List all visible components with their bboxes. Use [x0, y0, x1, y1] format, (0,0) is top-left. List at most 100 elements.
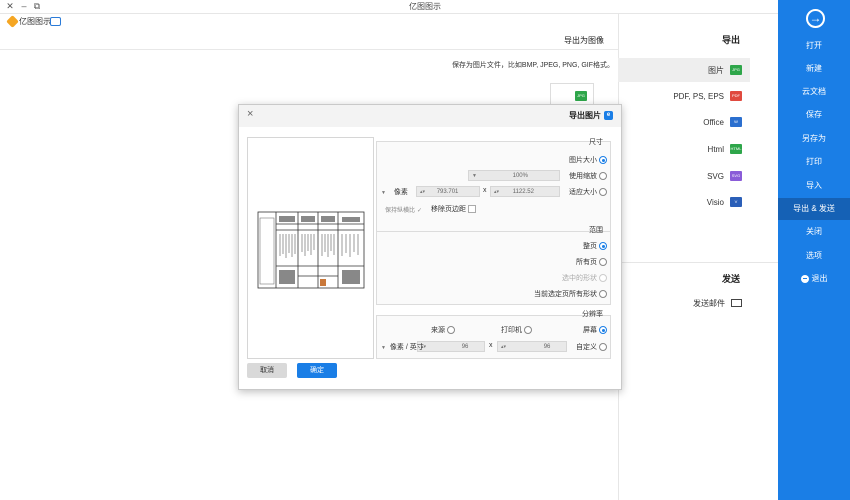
- dialog-header: [239, 105, 621, 127]
- brand-logo-icon: [6, 15, 19, 28]
- radio-label: 选中的形状: [562, 275, 597, 282]
- sidebar-item-cloud[interactable]: 云文档: [778, 81, 850, 103]
- brand-link[interactable]: 亿图图示: [6, 15, 51, 28]
- chat-icon[interactable]: [50, 17, 61, 26]
- range-group-label: 范围: [589, 227, 603, 234]
- app-logo-icon: e: [604, 111, 613, 120]
- send-email-item[interactable]: 发送邮件: [618, 291, 750, 315]
- spinner-icon: ▴▾: [501, 344, 507, 350]
- cancel-button[interactable]: 取消: [247, 363, 287, 378]
- sidebar-item-save[interactable]: 保存: [778, 104, 850, 126]
- format-label: Visio: [706, 197, 724, 207]
- svg-icon: SVG: [730, 171, 742, 181]
- sidebar-item-exit[interactable]: 退出: [778, 268, 850, 290]
- radio-label: 整页: [583, 243, 597, 250]
- resolution-unit-value: 像素 / 英寸: [389, 344, 424, 351]
- radio-label: 适应大小: [569, 189, 597, 196]
- radio-indicator: [447, 326, 455, 335]
- format-item-visio[interactable]: Visio V: [618, 190, 750, 214]
- mail-icon: [731, 299, 742, 307]
- resolution-x-value: 96: [543, 344, 551, 350]
- image-preview: [247, 137, 374, 359]
- size-group-label: 尺寸: [589, 139, 603, 146]
- height-input[interactable]: ▴▾ 793.701: [416, 186, 480, 197]
- radio-indicator: [599, 242, 607, 251]
- radio-indicator: [599, 172, 607, 181]
- radio-indicator: [599, 343, 607, 352]
- radio-page-all-shapes[interactable]: 当前选定页所有形状: [534, 289, 607, 299]
- radio-label: 屏幕: [583, 327, 597, 334]
- divider: [618, 262, 778, 263]
- export-image-dialog: 导出图片 e × 尺寸 图片大小 使用缩放 ▼ 100% 适应大小 ▴▾ 112…: [238, 104, 622, 390]
- sidebar-item-print[interactable]: 打印: [778, 151, 850, 173]
- jpg-icon: JPG: [730, 65, 742, 75]
- exit-icon: [800, 274, 809, 283]
- checkbox-label: 移除页边距: [431, 206, 466, 213]
- send-email-label: 发送邮件: [693, 298, 725, 308]
- radio-current-page[interactable]: 整页: [583, 241, 607, 251]
- radio-label: 当前选定页所有形状: [534, 291, 597, 298]
- format-item-html[interactable]: Html HTML: [618, 137, 750, 161]
- format-item-svg[interactable]: SVG SVG: [618, 164, 750, 188]
- radio-indicator: [599, 326, 607, 335]
- zoom-select[interactable]: ▼ 100%: [468, 170, 560, 181]
- exit-label: 退出: [811, 274, 828, 283]
- close-icon[interactable]: ×: [247, 108, 253, 120]
- resolution-unit-select[interactable]: ▼ 像素 / 英寸: [381, 342, 424, 352]
- radio-use-zoom[interactable]: 使用缩放: [569, 171, 607, 181]
- radio-image-size[interactable]: 图片大小: [569, 155, 607, 165]
- radio-source[interactable]: 来源: [431, 325, 455, 335]
- resolution-times-label: x: [489, 342, 493, 349]
- dialog-title-text: 导出图片: [569, 111, 601, 120]
- back-arrow-icon[interactable]: →: [806, 9, 825, 28]
- unit-value: 像素: [393, 189, 408, 196]
- sidebar-item-new[interactable]: 新建: [778, 58, 850, 80]
- resolution-y-input[interactable]: ▴▾ 96: [417, 341, 485, 352]
- format-item-office[interactable]: Office W: [618, 110, 750, 134]
- sidebar-item-open[interactable]: 打开: [778, 35, 850, 57]
- format-label: 图片: [708, 65, 724, 75]
- sidebar-item-save-as[interactable]: 另存为: [778, 128, 850, 150]
- sidebar-item-options[interactable]: 选项: [778, 245, 850, 267]
- radio-indicator: [599, 156, 607, 165]
- remove-margin-checkbox[interactable]: 移除页边距: [431, 204, 476, 214]
- export-heading: 导出: [722, 35, 741, 45]
- ok-button[interactable]: 确定: [297, 363, 337, 378]
- radio-custom[interactable]: 自定义: [576, 342, 607, 352]
- word-icon: W: [730, 117, 742, 127]
- checkbox-indicator: [468, 205, 476, 214]
- page-description: 保存为图片文件，比如BMP, JPEG, PNG, GIF格式。: [451, 62, 614, 69]
- sidebar-item-close[interactable]: 关闭: [778, 221, 850, 243]
- radio-label: 来源: [431, 327, 445, 334]
- format-label: Html: [707, 144, 724, 154]
- radio-label: 自定义: [576, 344, 597, 351]
- width-input[interactable]: ▴▾ 1122.52: [490, 186, 560, 197]
- radio-label: 图片大小: [569, 157, 597, 164]
- visio-icon: V: [730, 197, 742, 207]
- radio-label: 所有页: [576, 259, 597, 266]
- format-item-image[interactable]: 图片 JPG: [618, 58, 750, 82]
- resolution-x-input[interactable]: ▴▾ 96: [497, 341, 567, 352]
- radio-indicator: [599, 258, 607, 267]
- radio-all-pages[interactable]: 所有页: [576, 257, 607, 267]
- radio-indicator: [599, 290, 607, 299]
- zoom-value: 100%: [512, 173, 528, 179]
- sidebar-item-import[interactable]: 导入: [778, 175, 850, 197]
- format-label: Office: [703, 117, 724, 127]
- chevron-down-icon: ▼: [381, 345, 386, 351]
- format-item-pdf[interactable]: PDF, PS, EPS PDF: [618, 84, 750, 108]
- size-times-label: x: [483, 187, 487, 194]
- radio-fit-size[interactable]: 适应大小: [569, 187, 607, 197]
- sidebar-item-export-send[interactable]: 导出 & 发送: [778, 198, 850, 220]
- radio-label: 打印机: [501, 327, 522, 334]
- radio-indicator: [524, 326, 532, 335]
- resolution-group: [376, 315, 611, 359]
- resolution-group-label: 分辨率: [582, 311, 603, 318]
- window-title: 亿图图示: [409, 2, 441, 11]
- keep-ratio-checkbox[interactable]: 保持纵横比 ✓: [385, 205, 422, 214]
- radio-screen[interactable]: 屏幕: [583, 325, 607, 335]
- unit-select[interactable]: ▼ 像素: [381, 187, 408, 197]
- checkbox-label: 保持纵横比: [385, 208, 416, 214]
- radio-printer[interactable]: 打印机: [501, 325, 532, 335]
- chevron-down-icon: ▼: [381, 190, 386, 196]
